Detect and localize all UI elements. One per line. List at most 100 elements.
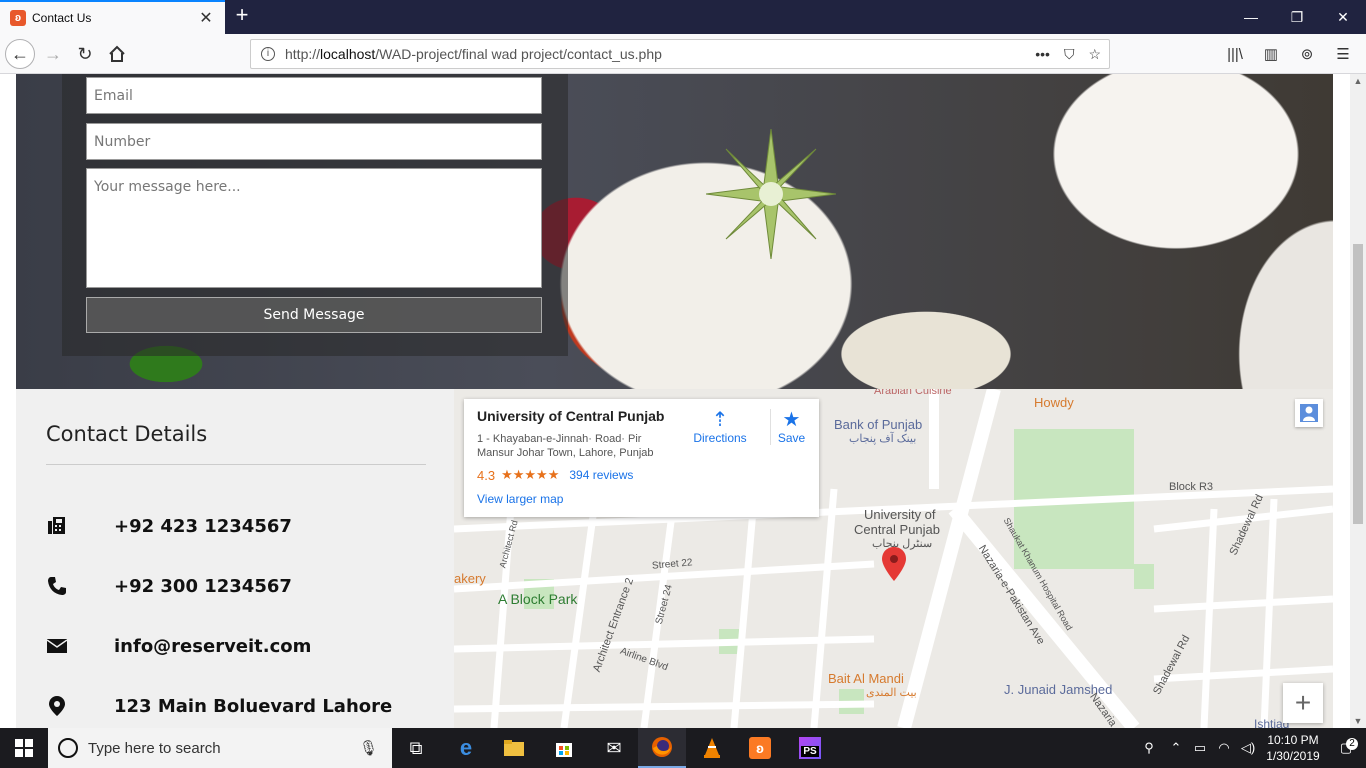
address-bar[interactable]: i http://localhost/WAD-project/final wad… <box>250 39 1110 69</box>
zoom-in-button[interactable]: + <box>1283 683 1323 723</box>
map-marker-icon <box>46 695 68 717</box>
scrollbar-thumb[interactable] <box>1353 244 1363 524</box>
star-icon: ★ <box>782 409 801 431</box>
home-button[interactable] <box>102 39 132 69</box>
notifications-icon[interactable]: ▢ 2 <box>1326 738 1366 756</box>
hero-food-image: Email Number Your message here... Send M… <box>16 74 1333 389</box>
tab-title: Contact Us <box>32 11 92 25</box>
clock[interactable]: 10:10 PM 1/30/2019 <box>1260 732 1326 764</box>
place-card: University of Central Punjab 1 - Khayaba… <box>464 399 819 517</box>
info-icon[interactable]: i <box>261 47 275 61</box>
browser-tab[interactable]: ʚ Contact Us ✕ <box>0 0 225 34</box>
firefox-icon[interactable] <box>638 728 686 768</box>
cucumber-star-garnish <box>706 129 836 259</box>
map-label-arabian: Arabian Cuisine <box>874 389 952 397</box>
close-tab-icon[interactable]: ✕ <box>197 8 215 28</box>
envelope-icon <box>46 635 68 657</box>
xampp-icon: ʚ <box>10 10 26 26</box>
home-icon <box>109 45 125 62</box>
battery-icon[interactable]: ▭ <box>1188 740 1212 756</box>
forward-button[interactable]: → <box>38 39 68 69</box>
reviews-link[interactable]: 394 reviews <box>569 468 633 482</box>
email-field[interactable]: Email <box>86 77 542 114</box>
bookmark-star-icon[interactable]: ☆ <box>1088 46 1101 63</box>
show-hidden-icons[interactable]: ⌃ <box>1164 740 1188 756</box>
page-scrollbar[interactable]: ▲ ▼ <box>1350 74 1366 728</box>
map-label-ucp-2: Central Punjab <box>854 522 940 537</box>
send-message-button[interactable]: Send Message <box>86 297 542 333</box>
save-button[interactable]: ★ Save <box>770 409 812 445</box>
directions-icon: ⇡ <box>711 409 729 431</box>
contact-fax-text: +92 423 1234567 <box>114 515 292 537</box>
library-icon[interactable]: |||\ <box>1222 39 1248 69</box>
place-rating: 4.3 ★★★★★ 394 reviews <box>477 467 633 483</box>
map-label-ucp-1: University of <box>864 507 936 522</box>
browser-navbar: ← → ↻ i http://localhost/WAD-project/fin… <box>0 34 1366 74</box>
contact-details: Contact Details +92 423 1234567 +92 300 … <box>16 389 454 728</box>
scroll-down-icon[interactable]: ▼ <box>1350 716 1366 726</box>
phone-icon <box>46 575 68 597</box>
number-field[interactable]: Number <box>86 123 542 160</box>
restore-button[interactable]: ❐ <box>1274 0 1320 34</box>
contact-phone-text: +92 300 1234567 <box>114 575 292 597</box>
browser-tabbar: ʚ Contact Us ✕ + — ❐ ✕ <box>0 0 1366 34</box>
sidebar-icon[interactable]: ▥ <box>1258 39 1284 69</box>
menu-icon[interactable]: ☰ <box>1330 39 1356 69</box>
windows-icon <box>15 739 33 757</box>
arrow-right-icon: → <box>44 43 62 64</box>
mail-icon[interactable]: ✉ <box>590 728 638 768</box>
view-larger-map-link[interactable]: View larger map <box>477 492 563 506</box>
close-window-button[interactable]: ✕ <box>1320 0 1366 34</box>
notification-count: 2 <box>1346 738 1358 750</box>
clock-time: 10:10 PM <box>1267 733 1319 747</box>
fax-icon <box>46 515 68 537</box>
people-icon[interactable]: ⚲ <box>1134 740 1164 756</box>
search-placeholder: Type here to search <box>88 739 221 757</box>
page-actions-icon[interactable]: ••• <box>1035 46 1050 63</box>
save-label: Save <box>777 431 806 445</box>
contact-item-address: 123 Main Boluevard Lahore <box>46 691 392 721</box>
store-icon[interactable] <box>540 728 588 768</box>
start-button[interactable] <box>0 728 48 768</box>
xampp-taskbar-icon[interactable]: ʚ <box>736 728 784 768</box>
windows-taskbar: Type here to search 🎙 ⧉ e ✉ ʚ PS ⚲ ⌃ ▭ ◠… <box>0 728 1366 768</box>
scroll-up-icon[interactable]: ▲ <box>1350 76 1366 86</box>
arrow-left-icon: ← <box>11 43 29 64</box>
directions-button[interactable]: ⇡ Directions <box>692 409 748 445</box>
divider <box>46 464 426 465</box>
minimize-button[interactable]: — <box>1228 0 1274 34</box>
map-label-howdy: Howdy <box>1034 395 1074 410</box>
wifi-icon[interactable]: ◠ <box>1212 740 1236 756</box>
page-content: Email Number Your message here... Send M… <box>0 74 1350 728</box>
map-label-bank-urdu: بینک آف پنجاب <box>849 433 917 445</box>
system-tray: ⚲ ⌃ ▭ ◠ ◁) 10:10 PM 1/30/2019 ▢ 2 <box>1134 728 1366 768</box>
volume-icon[interactable]: ◁) <box>1236 740 1260 756</box>
edge-icon[interactable]: e <box>442 728 490 768</box>
cortana-icon <box>58 738 78 758</box>
contact-form: Email Number Your message here... Send M… <box>62 74 568 356</box>
contact-email-text: info@reserveit.com <box>114 635 312 657</box>
task-view-icon[interactable]: ⧉ <box>392 728 440 768</box>
taskbar-search[interactable]: Type here to search 🎙 <box>48 728 392 768</box>
clock-date: 1/30/2019 <box>1266 749 1320 763</box>
map-label-bait-al-mandi: Bait Al Mandi <box>828 671 904 686</box>
file-explorer-icon[interactable] <box>490 728 538 768</box>
microphone-icon[interactable]: 🎙 <box>359 739 378 757</box>
message-textarea[interactable]: Your message here... <box>86 168 542 288</box>
rating-value: 4.3 <box>477 467 496 483</box>
url-text[interactable]: http://localhost/WAD-project/final wad p… <box>285 46 1035 62</box>
vlc-icon[interactable] <box>688 728 736 768</box>
back-button[interactable]: ← <box>5 39 35 69</box>
embedded-map[interactable]: University of Central Punjab 1 - Khayaba… <box>454 389 1333 728</box>
map-pin-icon[interactable] <box>882 547 906 581</box>
sync-icon[interactable]: ⊚ <box>1294 39 1320 69</box>
reload-button[interactable]: ↻ <box>70 39 100 69</box>
place-address: 1 - Khayaban-e-Jinnah· Road· Pir Mansur … <box>477 433 654 459</box>
pegman-icon[interactable] <box>1295 399 1323 427</box>
new-tab-button[interactable]: + <box>230 4 254 28</box>
place-title: University of Central Punjab <box>477 408 665 424</box>
pocket-icon[interactable]: ⛉ <box>1064 46 1075 63</box>
map-label-bakery: akery <box>454 571 486 586</box>
phpstorm-icon[interactable]: PS <box>786 728 834 768</box>
directions-label: Directions <box>693 431 747 445</box>
